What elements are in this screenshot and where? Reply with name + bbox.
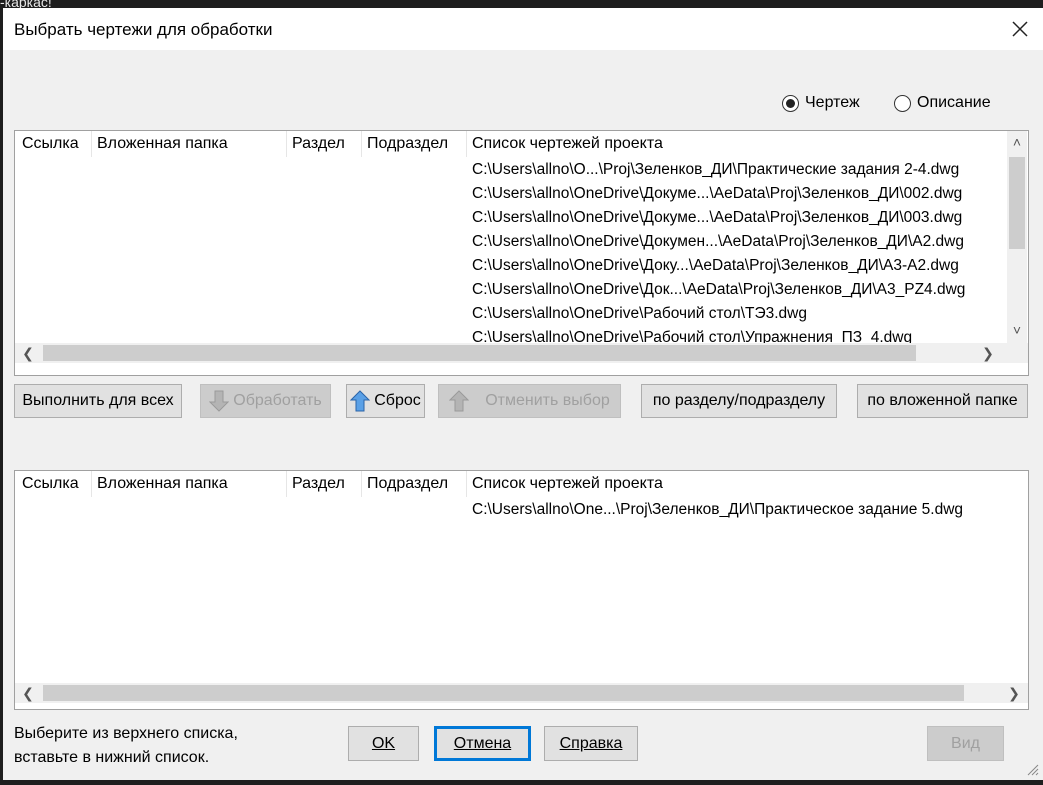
deselect-button[interactable]: Отменить выбор (438, 384, 621, 418)
cancel-button[interactable]: Отмена (434, 726, 531, 761)
radio-drawing-label: Чертеж (805, 94, 860, 111)
close-icon (1012, 21, 1028, 37)
column-separator (286, 131, 287, 157)
by-section-button[interactable]: по разделу/подразделу (641, 384, 837, 418)
resize-grip-icon[interactable] (1025, 762, 1039, 776)
process-label: Обработать (233, 392, 322, 409)
top-list-vertical-scrollbar[interactable]: ˄ ˅ (1007, 131, 1027, 343)
process-button[interactable]: Обработать (200, 384, 331, 418)
column-header-section[interactable]: Раздел (292, 475, 345, 493)
reset-button[interactable]: Сброс (346, 384, 425, 418)
list-item[interactable]: C:\Users\allno\OneDrive\Докумен...\AeDat… (472, 233, 964, 251)
run-all-label: Выполнить для всех (22, 392, 174, 409)
by-folder-label: по вложенной папке (867, 392, 1018, 409)
list-item[interactable]: C:\Users\allno\OneDrive\Доку...\AeData\P… (472, 257, 959, 275)
column-separator (466, 471, 467, 497)
instruction-line-2: вставьте в нижний список. (14, 749, 210, 766)
chevron-right-icon[interactable]: ❯ (1005, 684, 1023, 702)
radio-drawing[interactable]: Чертеж (782, 94, 860, 112)
deselect-label: Отменить выбор (485, 392, 610, 409)
column-separator (91, 131, 92, 157)
select-drawings-dialog: Выбрать чертежи для обработки Чертеж Опи… (3, 8, 1043, 780)
column-header-subsection[interactable]: Подраздел (367, 135, 448, 153)
list-item[interactable]: C:\Users\allno\OneDrive\Докуме...\AeData… (472, 185, 962, 203)
horizontal-scroll-thumb[interactable] (43, 685, 964, 701)
vertical-scroll-thumb[interactable] (1009, 157, 1025, 249)
top-list-horizontal-scrollbar[interactable]: ❮ ❯ (15, 343, 1028, 363)
radio-description-label: Описание (917, 94, 991, 111)
close-button[interactable] (1007, 16, 1033, 42)
ok-label: OK (371, 734, 396, 752)
cancel-label: Отмена (453, 734, 512, 752)
dialog-title: Выбрать чертежи для обработки (14, 20, 273, 39)
radio-description[interactable]: Описание (894, 94, 991, 112)
list-item[interactable]: C:\Users\allno\OneDrive\Докуме...\AeData… (472, 209, 962, 227)
list-item[interactable]: C:\Users\allno\O...\Proj\Зеленков_ДИ\Пра… (472, 161, 959, 179)
column-header-link[interactable]: Ссылка (22, 135, 79, 153)
column-header-subfolder[interactable]: Вложенная папка (97, 135, 228, 153)
column-header-drawings[interactable]: Список чертежей проекта (472, 475, 663, 493)
column-separator (361, 471, 362, 497)
instruction-text: Выберите из верхнего списка, вставьте в … (14, 722, 238, 770)
column-separator (286, 471, 287, 497)
chevron-down-icon[interactable]: ˅ (1008, 321, 1026, 339)
ok-button[interactable]: OK (348, 726, 419, 761)
chevron-left-icon[interactable]: ❮ (19, 684, 37, 702)
chevron-up-icon[interactable]: ˄ (1008, 133, 1026, 151)
view-button[interactable]: Вид (927, 726, 1004, 761)
column-separator (91, 471, 92, 497)
chevron-right-icon[interactable]: ❯ (979, 344, 997, 362)
arrow-up-icon (449, 390, 470, 412)
radio-description-circle[interactable] (894, 94, 911, 112)
list-item[interactable]: C:\Users\allno\OneDrive\Док...\AeData\Pr… (472, 281, 965, 299)
list-item[interactable]: C:\Users\allno\One...\Proj\Зеленков_ДИ\П… (472, 501, 963, 519)
column-separator (466, 131, 467, 157)
column-header-subsection[interactable]: Подраздел (367, 475, 448, 493)
column-header-section[interactable]: Раздел (292, 135, 345, 153)
view-label: Вид (951, 734, 980, 752)
radio-drawing-circle[interactable] (782, 94, 799, 112)
title-bar: Выбрать чертежи для обработки (3, 8, 1043, 50)
arrow-down-icon (209, 390, 230, 412)
bottom-drawing-list[interactable]: Ссылка Вложенная папка Раздел Подраздел … (14, 470, 1029, 710)
by-section-label: по разделу/подразделу (652, 392, 826, 409)
help-label: Справка (559, 734, 623, 752)
help-button[interactable]: Справка (544, 726, 638, 761)
column-header-drawings[interactable]: Список чертежей проекта (472, 135, 663, 153)
run-all-button[interactable]: Выполнить для всех (14, 384, 182, 418)
reset-label: Сброс (374, 392, 421, 409)
column-header-subfolder[interactable]: Вложенная папка (97, 475, 228, 493)
chevron-left-icon[interactable]: ❮ (19, 344, 37, 362)
horizontal-scroll-thumb[interactable] (43, 345, 916, 361)
by-folder-button[interactable]: по вложенной папке (857, 384, 1028, 418)
list-item[interactable]: C:\Users\allno\OneDrive\Рабочий стол\ТЭ3… (472, 305, 807, 323)
column-separator (361, 131, 362, 157)
instruction-line-1: Выберите из верхнего списка, (14, 725, 238, 742)
top-drawing-list[interactable]: Ссылка Вложенная папка Раздел Подраздел … (14, 130, 1029, 376)
bottom-list-horizontal-scrollbar[interactable]: ❮ ❯ (15, 683, 1028, 703)
arrow-up-icon (350, 390, 371, 412)
column-header-link[interactable]: Ссылка (22, 475, 79, 493)
